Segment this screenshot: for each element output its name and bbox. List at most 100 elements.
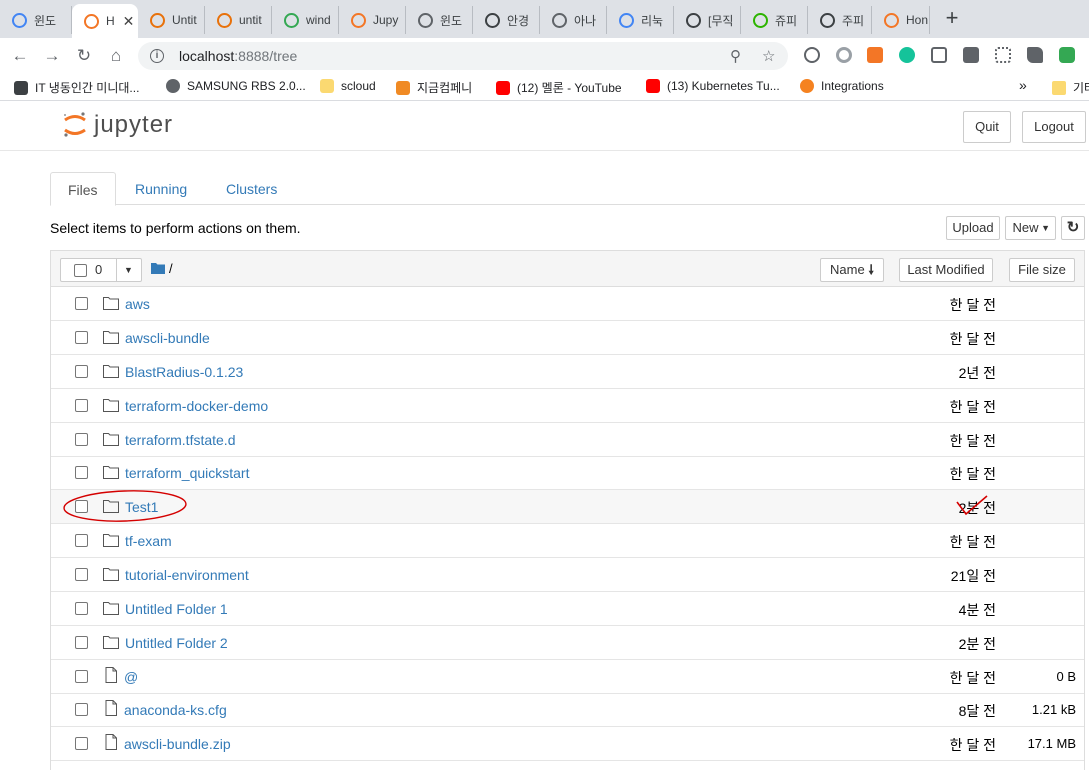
bookmark-item[interactable]: 지금컴페니 [396,79,472,96]
browser-tab[interactable]: Hon [872,6,930,34]
new-tab-button[interactable]: + [940,7,964,31]
browser-tab[interactable]: Untit [138,6,205,34]
item-checkbox[interactable] [75,500,88,513]
sort-by-name-button[interactable]: Name 🠗 [820,258,884,282]
sort-by-modified-button[interactable]: Last Modified [899,258,993,282]
bookmark-item[interactable]: (12) 멜론 - YouTube [496,79,622,96]
list-item[interactable]: Test1 2분 전 [51,490,1084,524]
extension-hex-icon[interactable] [836,47,852,63]
tab-running[interactable]: Running [118,172,204,205]
browser-tab[interactable]: 아나 [540,6,607,34]
browser-tab[interactable]: H ✕ [72,4,138,38]
item-name-link[interactable]: Test1 [125,499,158,515]
select-all-control[interactable]: 0 ▼ [60,258,142,282]
list-item[interactable]: tutorial-environment 21일 전 [51,558,1084,592]
browser-tab[interactable]: Jupy [339,6,406,34]
list-item[interactable]: Untitled Folder 1 4분 전 [51,592,1084,626]
item-name-link[interactable]: tutorial-environment [125,567,249,583]
address-bar[interactable]: i localhost:8888/tree ⚲ ☆ [138,42,788,70]
bookmark-item[interactable]: (13) Kubernetes Tu... [646,79,780,93]
item-name-link[interactable]: tf-exam [125,533,172,549]
item-name-link[interactable]: @ [124,669,138,685]
item-name-link[interactable]: awscli-bundle [125,330,210,346]
grammarly-icon[interactable] [899,47,915,63]
item-name-link[interactable]: Untitled Folder 1 [125,601,228,617]
item-name-link[interactable]: aws [125,296,150,312]
tab-files[interactable]: Files [50,172,116,206]
browser-tab[interactable]: untit [205,6,272,34]
item-name-link[interactable]: Untitled Folder 2 [125,635,228,651]
jupyter-logo[interactable]: jupyter [62,111,173,139]
list-item[interactable]: terraform_quickstart 한 달 전 [51,456,1084,490]
tab-clusters[interactable]: Clusters [209,172,294,205]
url-text[interactable]: localhost:8888/tree [179,48,297,64]
item-checkbox[interactable] [75,297,88,310]
item-checkbox[interactable] [75,568,88,581]
list-item[interactable]: aws 한 달 전 [51,287,1084,321]
logout-button[interactable]: Logout [1022,111,1086,143]
other-bookmarks[interactable]: 기타 [1052,79,1089,96]
back-icon[interactable]: ← [8,44,32,68]
site-info-icon[interactable]: i [150,49,164,63]
browser-tab[interactable]: 윈도 [0,6,72,34]
new-dropdown-button[interactable]: New ▼ [1005,216,1056,240]
extensions-puzzle-icon[interactable] [1027,47,1043,63]
item-checkbox[interactable] [75,670,88,683]
item-name-link[interactable]: terraform-docker-demo [125,398,268,414]
item-checkbox[interactable] [75,737,88,750]
extension-rx-icon[interactable] [867,47,883,63]
browser-tab[interactable]: 주피 [808,6,872,34]
list-item[interactable]: terraform-docker-demo 한 달 전 [51,389,1084,423]
item-checkbox[interactable] [75,433,88,446]
item-checkbox[interactable] [75,399,88,412]
caret-down-icon[interactable]: ▼ [124,259,133,281]
item-name-link[interactable]: anaconda-ks.cfg [124,702,227,718]
sort-by-size-button[interactable]: File size [1009,258,1075,282]
select-all-checkbox[interactable] [74,264,87,277]
reload-icon[interactable]: ↻ [72,44,96,68]
bookmarks-overflow-button[interactable]: » [1019,77,1027,93]
bookmark-item[interactable]: IT 냉동인간 미니대... [14,79,139,96]
browser-tab[interactable]: 리눅 [607,6,674,34]
item-checkbox[interactable] [75,365,88,378]
item-checkbox[interactable] [75,331,88,344]
extension-screen-icon[interactable] [931,47,947,63]
list-item[interactable]: awscli-bundle 한 달 전 [51,321,1084,355]
close-tab-icon[interactable]: ✕ [123,13,135,30]
item-checkbox[interactable] [75,602,88,615]
bookmark-item[interactable]: SAMSUNG RBS 2.0... [166,79,306,93]
extension-green-icon[interactable] [1059,47,1075,63]
forward-icon[interactable]: → [40,44,64,68]
extension-doc-icon[interactable] [963,47,979,63]
item-checkbox[interactable] [75,466,88,479]
item-name-link[interactable]: awscli-bundle.zip [124,736,231,752]
item-name-link[interactable]: terraform_quickstart [125,465,249,481]
list-item[interactable]: BlastRadius-0.1.23 2년 전 [51,355,1084,389]
refresh-button[interactable]: ↻ [1061,216,1085,240]
item-checkbox[interactable] [75,703,88,716]
browser-tab[interactable]: 쥬피 [741,6,808,34]
item-checkbox[interactable] [75,636,88,649]
zoom-icon[interactable]: ⚲ [730,47,741,65]
list-item[interactable]: @ 한 달 전 0 B [51,660,1084,694]
quit-button[interactable]: Quit [963,111,1011,143]
list-item[interactable]: Untitled Folder 2 2분 전 [51,626,1084,660]
folder-icon[interactable] [151,262,165,274]
list-item[interactable]: tf-exam 한 달 전 [51,524,1084,558]
bookmark-item[interactable]: scloud [320,79,376,93]
extension-qr-icon[interactable] [995,47,1011,63]
item-checkbox[interactable] [75,534,88,547]
breadcrumb-root[interactable]: / [169,261,173,276]
browser-tab[interactable]: 안경 [473,6,540,34]
bookmark-star-icon[interactable]: ☆ [762,47,775,65]
browser-tab[interactable]: 윈도 [406,6,473,34]
list-item[interactable]: awscli-bundle.zip 한 달 전 17.1 MB [51,727,1084,761]
item-name-link[interactable]: terraform.tfstate.d [125,432,235,448]
home-icon[interactable]: ⌂ [104,44,128,68]
browser-tab[interactable]: [무직 [674,6,741,34]
list-item[interactable]: terraform.tfstate.d 한 달 전 [51,423,1084,457]
browser-tab[interactable]: wind [272,6,339,34]
item-name-link[interactable]: BlastRadius-0.1.23 [125,364,243,380]
extension-chat-icon[interactable] [804,47,820,63]
list-item[interactable]: anaconda-ks.cfg 8달 전 1.21 kB [51,693,1084,727]
